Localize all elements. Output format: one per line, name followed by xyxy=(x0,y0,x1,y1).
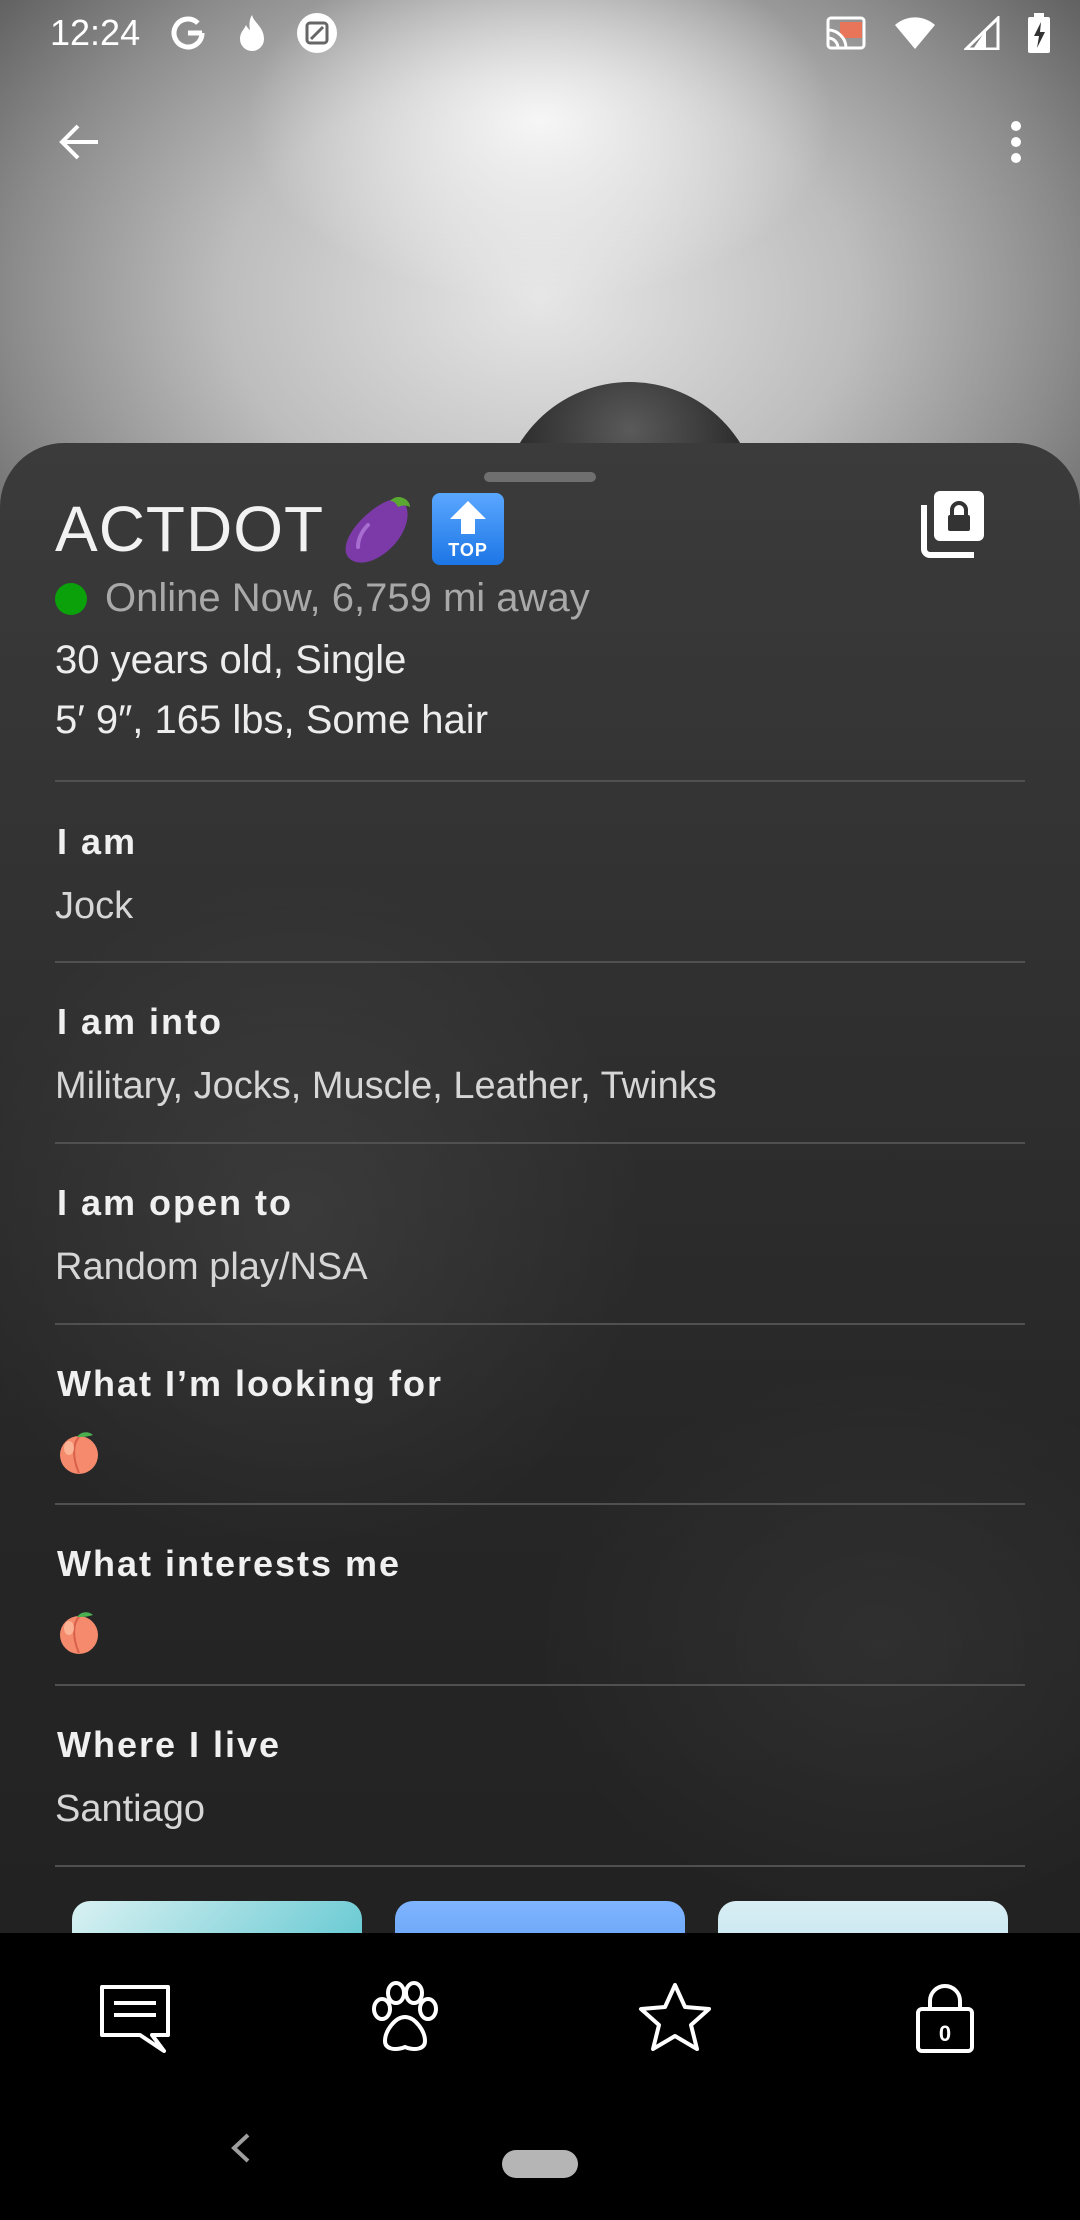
divider xyxy=(55,961,1025,963)
divider xyxy=(55,1865,1025,1867)
wifi-icon xyxy=(894,16,936,50)
star-icon xyxy=(639,1983,711,2051)
body-stats: 5′ 9″, 165 lbs, Some hair xyxy=(55,698,489,742)
section-value-open-to: Random play/NSA xyxy=(55,1246,368,1288)
section-title-interests: What interests me xyxy=(57,1543,402,1584)
section-value-i-am: Jock xyxy=(55,885,134,927)
section-value-i-am-into: Military, Jocks, Muscle, Leather, Twinks xyxy=(55,1065,717,1107)
photo-thumbnail[interactable] xyxy=(72,1901,362,1933)
system-back-button[interactable] xyxy=(220,2123,260,2173)
signal-icon xyxy=(964,16,1000,50)
status-time: 12:24 xyxy=(50,12,141,53)
app-square-icon xyxy=(296,12,338,54)
bottom-navigation: 0 xyxy=(0,1933,1080,2083)
age-status: 30 years old, Single xyxy=(55,638,407,682)
divider xyxy=(55,1503,1025,1505)
nav-messages[interactable] xyxy=(90,1973,180,2063)
profile-sheet[interactable]: ACTDOT TOP Online Now, 6,759 mi away 30 … xyxy=(0,443,1080,1933)
nav-browse[interactable] xyxy=(360,1973,450,2063)
sheet-drag-handle[interactable] xyxy=(484,472,596,482)
profile-screen: 12:24 ACTDOT TOP Online Now, 6,759 mi aw… xyxy=(0,0,1080,2220)
section-title-where-i-live: Where I live xyxy=(57,1724,282,1765)
more-options-button[interactable] xyxy=(976,100,1056,184)
chat-icon xyxy=(100,1985,170,2053)
divider xyxy=(55,1323,1025,1325)
divider xyxy=(55,1684,1025,1686)
lock-icon: 0 xyxy=(916,1984,974,2053)
online-indicator xyxy=(55,582,87,615)
top-badge-label: TOP xyxy=(448,540,488,560)
system-navigation xyxy=(0,2083,1080,2220)
divider xyxy=(55,1142,1025,1144)
battery-charging-icon xyxy=(1028,13,1050,53)
photo-thumbnails xyxy=(0,1901,1080,1933)
cast-icon xyxy=(826,16,866,50)
top-badge-icon: TOP xyxy=(432,493,505,565)
arrow-left-icon xyxy=(59,124,98,160)
private-album-button[interactable] xyxy=(916,487,988,559)
photo-thumbnail[interactable] xyxy=(718,1901,1008,1933)
online-status-text: Online Now, 6,759 mi away xyxy=(105,576,590,620)
section-title-i-am-into: I am into xyxy=(57,1001,224,1042)
status-bar: 12:24 xyxy=(0,0,1080,66)
section-title-looking-for: What I’m looking for xyxy=(57,1363,443,1404)
google-g-icon xyxy=(168,13,208,53)
locked-album-icon xyxy=(921,491,984,558)
paw-icon xyxy=(372,1981,438,2051)
online-status-row: Online Now, 6,759 mi away xyxy=(55,576,590,621)
profile-header: ACTDOT TOP xyxy=(55,489,505,569)
section-title-open-to: I am open to xyxy=(57,1182,294,1223)
peach-icon xyxy=(60,1612,98,1654)
more-vert-icon xyxy=(1011,121,1021,163)
flame-icon xyxy=(236,13,268,53)
system-home-pill[interactable] xyxy=(502,2150,578,2178)
chevron-left-icon xyxy=(231,2133,250,2163)
lock-badge-count: 0 xyxy=(939,2021,951,2046)
nav-favorites[interactable] xyxy=(630,1973,720,2063)
divider xyxy=(55,780,1025,782)
peach-icon xyxy=(60,1432,98,1474)
top-app-bar xyxy=(0,100,1080,184)
photo-thumbnail[interactable] xyxy=(395,1901,685,1933)
back-button[interactable] xyxy=(40,100,120,184)
eggplant-icon xyxy=(345,497,411,563)
nav-private-photos[interactable]: 0 xyxy=(900,1973,990,2063)
profile-name: ACTDOT xyxy=(55,493,325,565)
section-title-i-am: I am xyxy=(57,821,138,862)
section-value-where-i-live: Santiago xyxy=(55,1788,206,1830)
